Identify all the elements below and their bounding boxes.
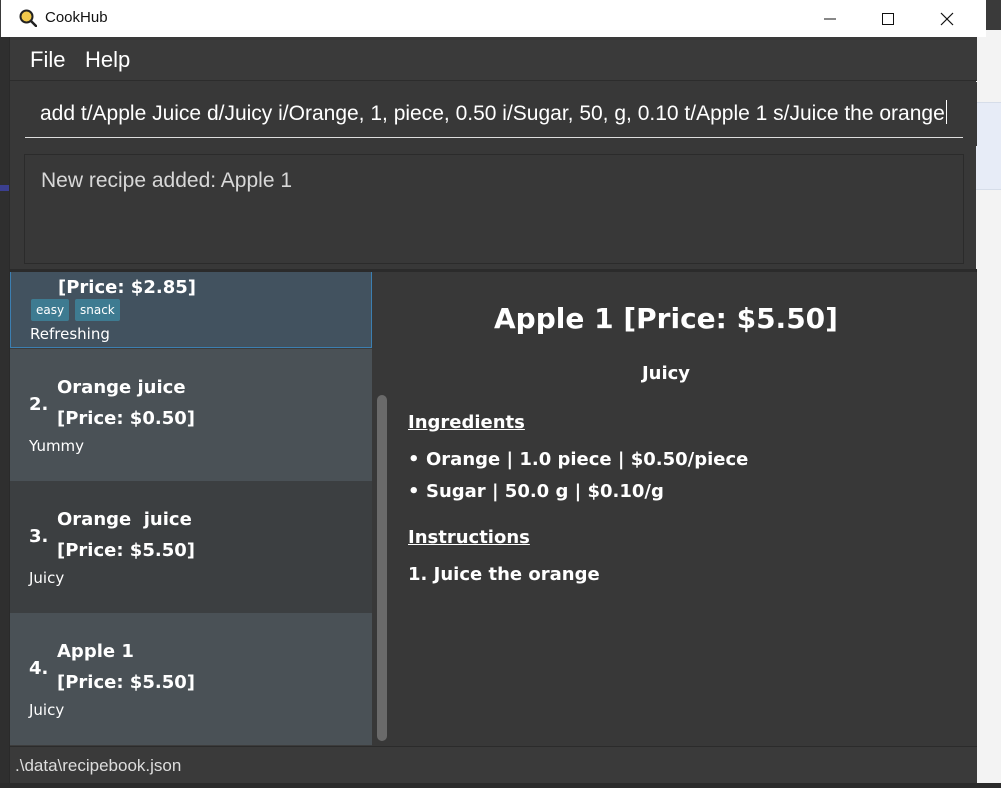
bullet-icon: • — [408, 481, 420, 502]
window-title: CookHub — [45, 9, 108, 26]
instruction-item: 1. Juice the orange — [408, 564, 600, 585]
recipe-price: [Price: $5.50] — [57, 540, 195, 561]
app-window: CookHub File Help add t/Apple Juice d/Ju… — [1, 0, 986, 783]
title-bar[interactable]: CookHub — [1, 0, 986, 37]
background-window — [976, 30, 1001, 788]
instructions-heading: Instructions — [408, 527, 530, 548]
text-caret — [945, 100, 947, 124]
recipe-card[interactable]: 3. Orange juice [Price: $5.50] Juicy — [10, 481, 372, 613]
recipe-description: Juicy — [29, 701, 65, 719]
maximize-button[interactable] — [858, 0, 918, 37]
recipe-card[interactable]: [Price: $2.85] easy snack Refreshing — [10, 272, 372, 348]
detail-description: Juicy — [641, 363, 691, 384]
recipe-price: [Price: $5.50] — [57, 672, 195, 693]
bullet-icon: • — [408, 449, 420, 470]
ingredient-item: • Sugar | 50.0 g | $0.10/g — [408, 481, 664, 502]
recipe-detail-panel: Apple 1 [Price: $5.50] Juicy Ingredients… — [388, 272, 977, 746]
ingredient-item: • Orange | 1.0 piece | $0.50/piece — [408, 449, 748, 470]
command-box: add t/Apple Juice d/Juicy i/Orange, 1, p… — [10, 82, 977, 146]
close-icon — [940, 12, 954, 25]
minimize-icon — [824, 18, 836, 19]
recipe-index: 3. — [29, 526, 49, 547]
ingredient-text: Orange | 1.0 piece | $0.50/piece — [426, 449, 749, 470]
list-scrollbar-thumb[interactable] — [377, 395, 387, 741]
recipe-index: 2. — [29, 394, 49, 415]
result-message: New recipe added: Apple 1 — [41, 169, 293, 192]
recipe-description: Juicy — [29, 569, 65, 587]
recipe-description: Refreshing — [30, 325, 110, 343]
ingredient-text: Sugar | 50.0 g | $0.10/g — [426, 481, 664, 502]
minimize-button[interactable] — [800, 0, 860, 37]
recipe-tag: snack — [75, 299, 120, 321]
recipe-card[interactable]: 2. Orange juice [Price: $0.50] Yummy — [10, 349, 372, 481]
recipe-price: [Price: $0.50] — [57, 408, 195, 429]
app-icon — [19, 9, 37, 27]
recipe-index: 4. — [29, 658, 49, 679]
maximize-icon — [882, 12, 894, 25]
recipe-card[interactable]: 4. Apple 1 [Price: $5.50] Juicy — [10, 613, 372, 745]
recipe-name: Apple 1 — [57, 641, 134, 662]
menu-file[interactable]: File — [30, 47, 65, 73]
close-button[interactable] — [917, 0, 977, 37]
background-highlight — [976, 102, 1001, 190]
recipe-price: [Price: $2.85] — [58, 277, 196, 298]
menu-bar: File Help — [10, 37, 977, 81]
result-display[interactable]: New recipe added: Apple 1 — [24, 154, 964, 264]
recipe-tag: easy — [31, 299, 70, 321]
detail-title: Apple 1 [Price: $5.50] — [494, 302, 838, 335]
command-input[interactable]: add t/Apple Juice d/Juicy i/Orange, 1, p… — [25, 90, 963, 138]
step-number: 1. — [408, 564, 428, 585]
command-text: add t/Apple Juice d/Juicy i/Orange, 1, p… — [40, 102, 945, 125]
ingredients-heading: Ingredients — [408, 412, 525, 433]
recipe-description: Yummy — [29, 437, 85, 455]
recipe-list[interactable]: [Price: $2.85] easy snack Refreshing 2. … — [10, 272, 372, 746]
step-text: Juice the orange — [433, 564, 600, 585]
recipe-name: Orange juice — [57, 377, 186, 398]
recipe-name: Orange juice — [57, 509, 192, 530]
menu-help[interactable]: Help — [85, 47, 130, 73]
save-location: .\data\recipebook.json — [15, 756, 182, 775]
status-bar: .\data\recipebook.json — [10, 746, 977, 783]
background-bottom-edge — [0, 783, 1001, 788]
